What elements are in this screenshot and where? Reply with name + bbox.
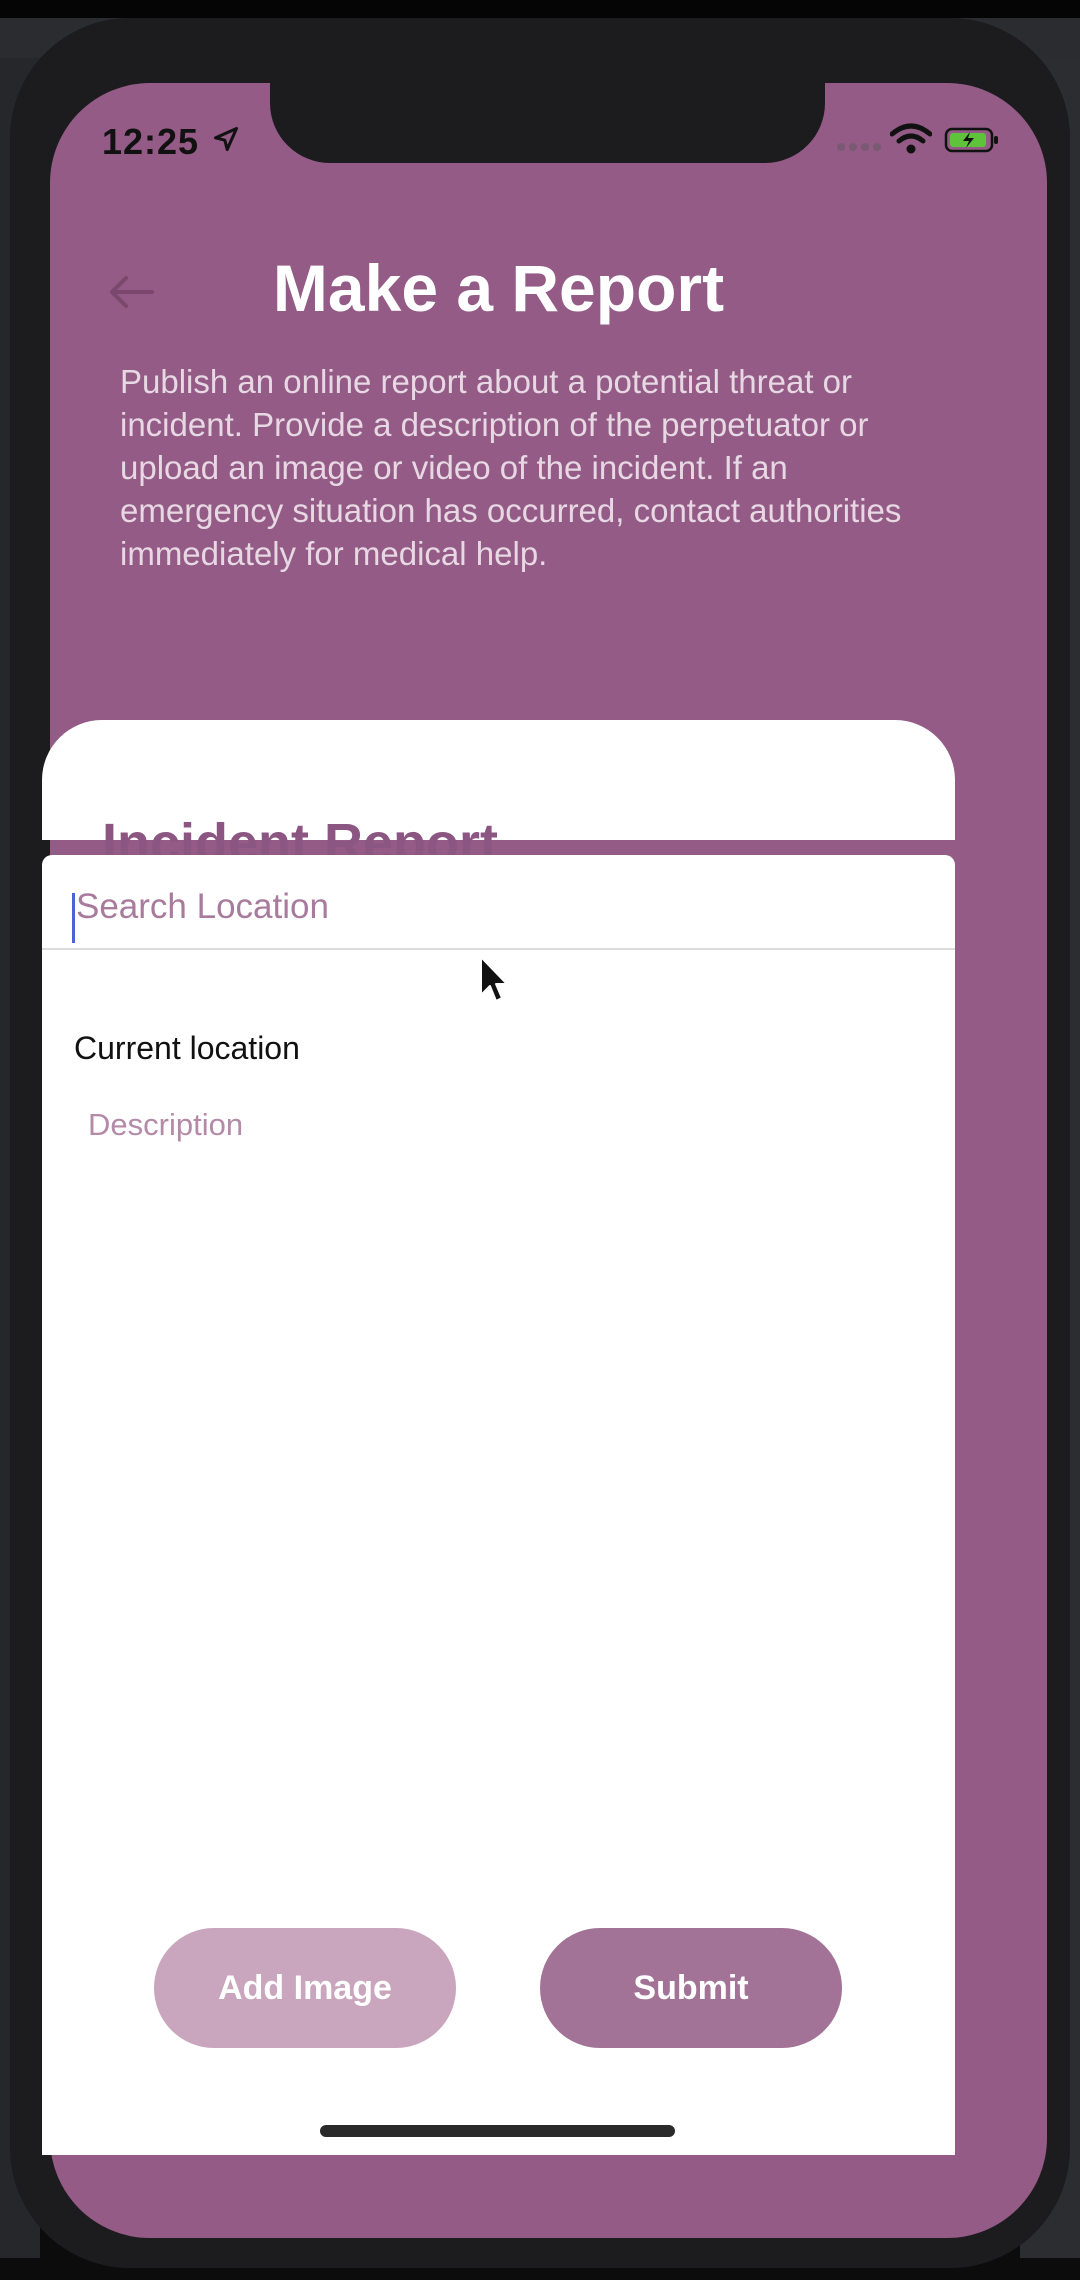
status-time: 12:25 <box>102 121 200 162</box>
search-underline <box>42 948 955 950</box>
wifi-icon <box>890 123 932 154</box>
location-arrow-icon <box>213 126 239 152</box>
notch <box>270 83 825 163</box>
add-image-button[interactable]: Add Image <box>154 1928 456 2048</box>
page-title: Make a Report <box>272 251 725 325</box>
desktop-top-bar <box>0 0 1080 18</box>
search-location-input[interactable] <box>72 872 936 942</box>
mouse-pointer-icon <box>480 956 508 1002</box>
current-location-option[interactable]: Current location <box>74 1030 300 1067</box>
text-caret <box>72 893 75 943</box>
home-indicator <box>320 2125 675 2137</box>
description-field[interactable] <box>88 1095 928 1155</box>
submit-button[interactable]: Submit <box>540 1928 842 2048</box>
battery-charging-icon <box>944 127 998 153</box>
intro-description: Publish an online report about a potenti… <box>120 363 902 572</box>
cellular-signal-icon <box>837 143 881 151</box>
